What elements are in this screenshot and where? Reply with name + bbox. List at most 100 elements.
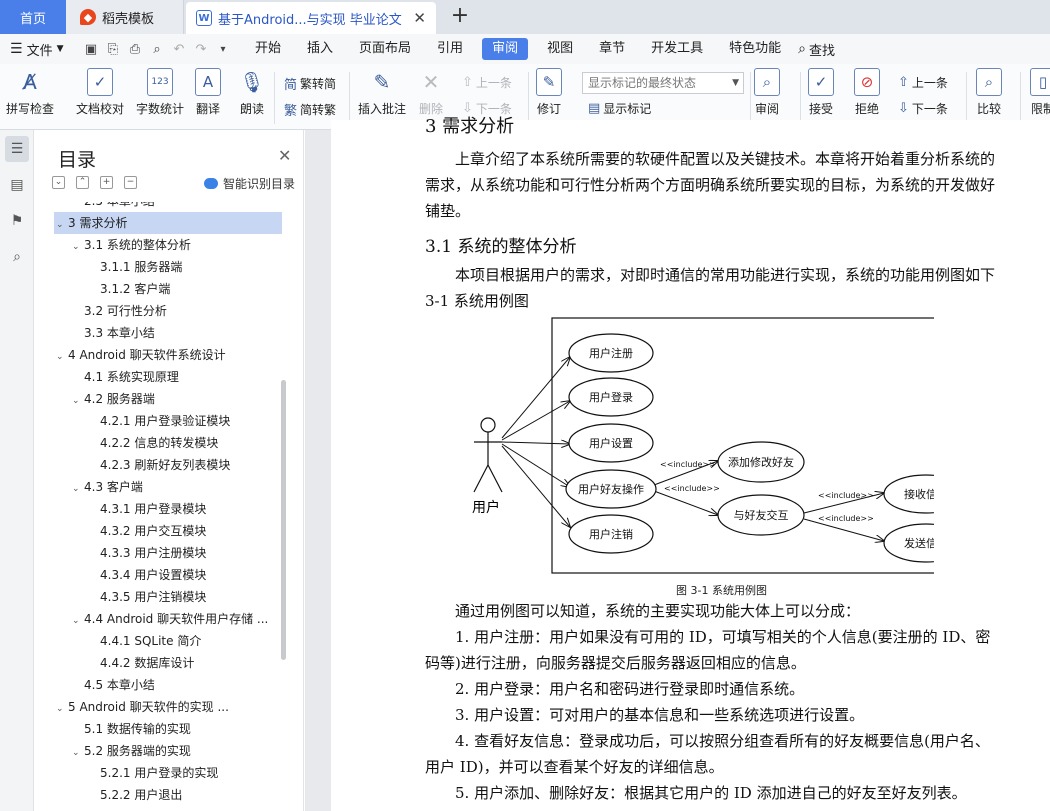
- print-icon[interactable]: ⎙: [124, 42, 146, 57]
- chevron-down-icon[interactable]: ⌄: [56, 698, 68, 718]
- menu-item[interactable]: 引用: [424, 38, 476, 60]
- toc-item[interactable]: ⌄ 4.4 Android 聊天软件用户存储 ...: [54, 608, 282, 630]
- toc-item[interactable]: ⌄ 3.1 系统的整体分析: [54, 234, 282, 256]
- expand-all-icon[interactable]: ⌃: [76, 176, 89, 189]
- toc-item[interactable]: 4.4.2 数据库设计: [54, 652, 282, 674]
- quick-access-more-icon[interactable]: ▾: [212, 44, 234, 55]
- ribbon-divider: [349, 72, 350, 124]
- tab-template[interactable]: ◆ 稻壳模板: [66, 0, 184, 34]
- toc-item[interactable]: ⌄ 3 需求分析: [54, 212, 282, 234]
- find-replace-icon[interactable]: ⌕: [5, 244, 29, 270]
- toc-item[interactable]: 4.3.5 用户注销模块: [54, 586, 282, 608]
- redo-icon[interactable]: ↷: [190, 42, 212, 57]
- close-tab-icon[interactable]: ✕: [413, 9, 426, 27]
- spellcheck-button[interactable]: A̸ 拼写检查: [6, 68, 54, 117]
- smart-toc-label: 智能识别目录: [223, 177, 296, 191]
- show-markup-button[interactable]: ▤ 显示标记: [588, 100, 651, 117]
- proofread-button[interactable]: ✓ 文档校对: [76, 68, 124, 117]
- remove-heading-icon[interactable]: −: [124, 176, 137, 189]
- toc-item[interactable]: ⌄ 4 Android 聊天软件系统设计: [54, 344, 282, 366]
- bookmark-icon[interactable]: ⚑: [5, 208, 29, 234]
- toc-item[interactable]: 5.2.2 用户退出: [54, 784, 282, 806]
- accept-button[interactable]: ✓ 接受: [808, 68, 834, 117]
- prev-comment-button[interactable]: ⇧ 上一条: [462, 74, 512, 91]
- toc-item[interactable]: ⌄ 5 Android 聊天软件的实现 ...: [54, 696, 282, 718]
- review-pane-button[interactable]: ⌕ 审阅: [754, 68, 780, 117]
- chevron-down-icon[interactable]: ⌄: [72, 236, 84, 256]
- toc-scrollbar[interactable]: [281, 380, 286, 660]
- toc-item[interactable]: 4.2.1 用户登录验证模块: [54, 410, 282, 432]
- tab-document[interactable]: W 基于Android...与实现 毕业论文 ✕: [186, 2, 436, 34]
- toc-item[interactable]: 4.2.2 信息的转发模块: [54, 432, 282, 454]
- next-change-label: 下一条: [911, 102, 948, 116]
- chevron-down-icon[interactable]: ⌄: [72, 478, 84, 498]
- toc-item[interactable]: 4.2.3 刷新好友列表模块: [54, 454, 282, 476]
- print-preview-icon[interactable]: ⌕: [146, 42, 168, 57]
- menu-item[interactable]: 审阅: [482, 38, 529, 60]
- read-aloud-button[interactable]: 🎙 朗读: [239, 68, 265, 117]
- revise-button[interactable]: ✎ 修订: [536, 68, 562, 117]
- menu-item[interactable]: 开发工具: [638, 38, 716, 60]
- toc-item[interactable]: 5.2.1 用户登录的实现: [54, 762, 282, 784]
- menu-item[interactable]: 插入: [294, 38, 346, 60]
- toc-item[interactable]: 4.3.4 用户设置模块: [54, 564, 282, 586]
- close-icon[interactable]: ✕: [278, 146, 291, 165]
- compare-button[interactable]: ⌕ 比较: [976, 68, 1002, 117]
- compare-icon: ⌕: [976, 68, 1002, 96]
- trad-to-simp-button[interactable]: 简繁转简: [284, 74, 336, 93]
- toc-item[interactable]: ⌄ 4.3 客户端: [54, 476, 282, 498]
- save-icon[interactable]: ▣: [80, 42, 102, 57]
- toc-item[interactable]: ⌄ 5.2 服务器端的实现: [54, 740, 282, 762]
- search-menu[interactable]: ⌕ 查找: [798, 40, 835, 59]
- smart-toc-button[interactable]: 智能识别目录: [204, 175, 295, 192]
- menu-item[interactable]: 特色功能: [716, 38, 794, 60]
- add-heading-icon[interactable]: +: [100, 176, 113, 189]
- toc-item[interactable]: 4.5 本章小结: [54, 674, 282, 696]
- toc-item-label: 3.1.2 客户端: [100, 282, 171, 296]
- new-tab-plus-icon[interactable]: +: [448, 3, 472, 28]
- toc-panel-icon[interactable]: ☰: [5, 136, 29, 162]
- reject-button[interactable]: ⊘ 拒绝: [854, 68, 880, 117]
- toc-item[interactable]: ⌄ 4.2 服务器端: [54, 388, 282, 410]
- toc-item[interactable]: 4.1 系统实现原理: [54, 366, 282, 388]
- toc-item[interactable]: 3.2 可行性分析: [54, 300, 282, 322]
- toc-item[interactable]: 3.3 本章小结: [54, 322, 282, 344]
- toc-item-label: 4.3.1 用户登录模块: [100, 502, 207, 516]
- delete-comment-button[interactable]: ✕ 删除: [418, 68, 444, 117]
- toc-item[interactable]: 2.5 本章小结: [54, 202, 282, 212]
- toc-item-label: 4.3.5 用户注销模块: [100, 590, 207, 604]
- collapse-all-icon[interactable]: ⌄: [52, 176, 65, 189]
- translate-button[interactable]: A 翻译: [195, 68, 221, 117]
- export-icon[interactable]: ⎘: [102, 42, 124, 57]
- menu-item[interactable]: 章节: [586, 38, 638, 60]
- chevron-down-icon[interactable]: ⌄: [72, 390, 84, 410]
- tab-home-label: 首页: [19, 11, 46, 27]
- chapter-nav-icon[interactable]: ▤: [5, 172, 29, 198]
- menu-item[interactable]: 页面布局: [346, 38, 424, 60]
- toc-item[interactable]: 4.4.1 SQLite 简介: [54, 630, 282, 652]
- menu-item[interactable]: 视图: [534, 38, 586, 60]
- toc-item[interactable]: 4.3.3 用户注册模块: [54, 542, 282, 564]
- toc-item[interactable]: 3.1.1 服务器端: [54, 256, 282, 278]
- simp-to-trad-label: 简转繁: [300, 103, 337, 117]
- next-change-button[interactable]: ⇩ 下一条: [898, 100, 948, 117]
- chevron-down-icon[interactable]: ⌄: [56, 346, 68, 366]
- chevron-down-icon[interactable]: ⌄: [72, 742, 84, 762]
- chevron-down-icon[interactable]: ⌄: [72, 610, 84, 630]
- toc-item[interactable]: 3.1.2 客户端: [54, 278, 282, 300]
- toc-item[interactable]: 4.3.1 用户登录模块: [54, 498, 282, 520]
- file-menu[interactable]: ☰ 文件 ▼: [0, 40, 80, 59]
- markup-state-select[interactable]: 显示标记的最终状态 ▼: [582, 72, 744, 94]
- tab-home[interactable]: 首页: [0, 0, 66, 34]
- insert-comment-button[interactable]: ✎ 插入批注: [358, 68, 406, 117]
- toc-item[interactable]: 4.3.2 用户交互模块: [54, 520, 282, 542]
- simp-to-trad-button[interactable]: 繁简转繁: [284, 100, 336, 119]
- include-label: <<include>>: [664, 484, 720, 493]
- prev-change-button[interactable]: ⇧ 上一条: [898, 74, 948, 91]
- toc-item[interactable]: 5.1 数据传输的实现: [54, 718, 282, 740]
- restrict-editing-button[interactable]: ▯ 限制: [1030, 68, 1050, 117]
- wordcount-button[interactable]: 123 字数统计: [136, 68, 184, 117]
- chevron-down-icon[interactable]: ⌄: [56, 214, 68, 234]
- menu-item[interactable]: 开始: [242, 38, 294, 60]
- undo-icon[interactable]: ↶: [168, 42, 190, 57]
